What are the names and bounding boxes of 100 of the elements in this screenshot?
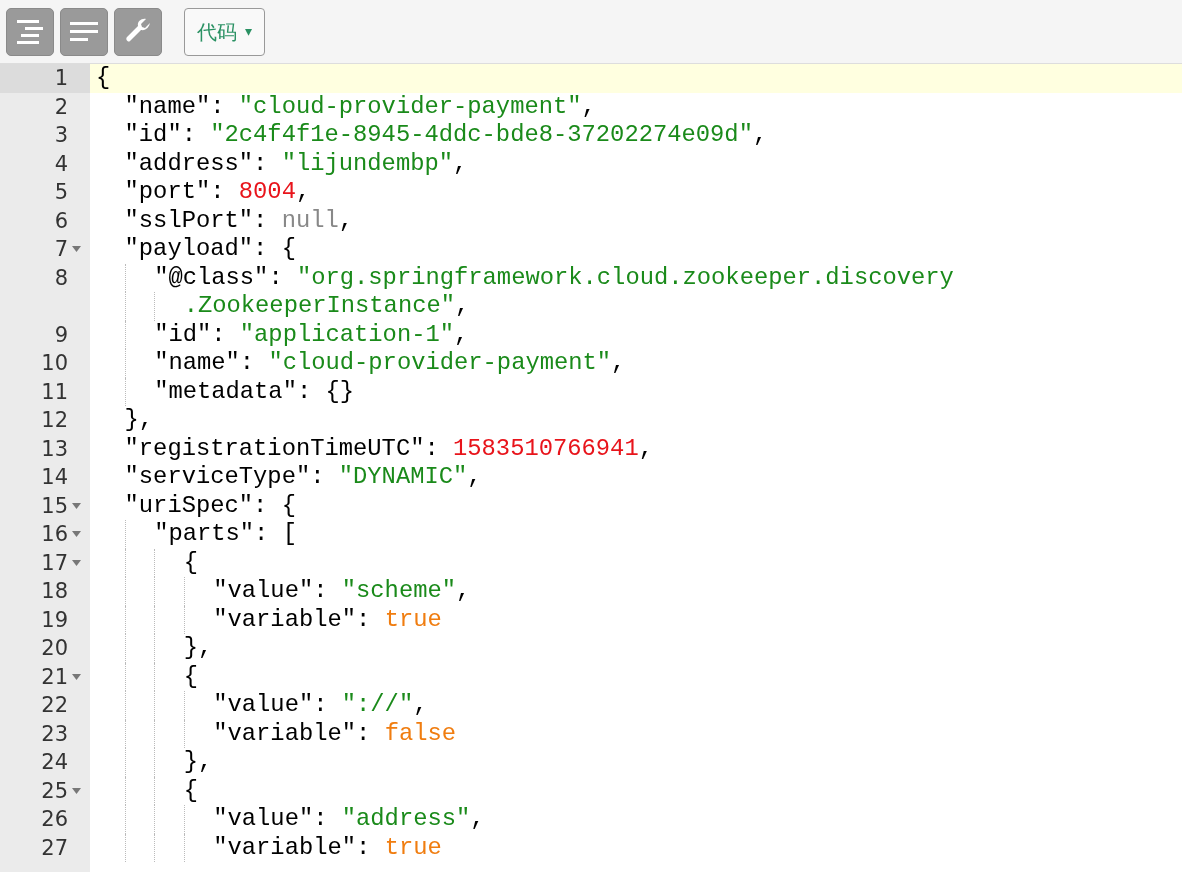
punctuation: ,	[413, 691, 428, 718]
json-key: "@class"	[154, 263, 269, 291]
json-key: "serviceType"	[124, 463, 311, 490]
punctuation: ,	[454, 320, 469, 348]
compact-icon	[69, 20, 99, 43]
line-number: 12	[41, 407, 68, 434]
string-value: "application-1"	[239, 320, 455, 348]
number-value: 8004	[238, 178, 296, 205]
punctuation: ,	[752, 121, 768, 148]
json-key: "variable"	[213, 719, 357, 747]
json-key: "registrationTimeUTC"	[124, 434, 425, 462]
punctuation: ,	[638, 434, 653, 462]
json-key: "value"	[213, 577, 314, 604]
punctuation: :	[356, 833, 372, 861]
fold-arrow-icon[interactable]	[71, 246, 81, 253]
string-value: "address"	[341, 805, 471, 832]
line-number: 22	[41, 692, 68, 719]
string-value: .ZookeeperInstance"	[183, 292, 456, 319]
punctuation: :	[424, 434, 440, 462]
json-key: "variable"	[213, 833, 357, 861]
boolean-value: false	[384, 719, 457, 747]
null-value: null	[281, 206, 339, 234]
boolean-value: true	[384, 833, 442, 861]
json-key: "value"	[213, 805, 314, 832]
line-number: 25	[41, 777, 68, 805]
line-number: 26	[41, 806, 68, 833]
fold-arrow-icon[interactable]	[71, 673, 81, 680]
format-button[interactable]	[6, 7, 54, 56]
punctuation: :	[310, 463, 326, 490]
repair-button[interactable]	[114, 7, 162, 56]
punctuation: :	[356, 605, 372, 633]
json-key: "address"	[124, 149, 254, 177]
string-value: "2c4f4f1e-8945-4ddc-bde8-37202274e09d"	[210, 121, 753, 148]
line-number: 23	[41, 720, 68, 748]
json-key: "payload"	[124, 235, 254, 262]
fold-arrow-icon[interactable]	[71, 502, 81, 509]
json-key: "port"	[124, 178, 211, 205]
line-number: 1	[54, 65, 68, 92]
line-number: 19	[41, 606, 68, 634]
line-number: 21	[41, 663, 68, 691]
punctuation: :	[313, 691, 329, 718]
fold-arrow-icon[interactable]	[71, 559, 81, 566]
line-number: 24	[41, 749, 68, 776]
line-number: 27	[41, 834, 68, 862]
json-key: "name"	[154, 349, 240, 376]
punctuation: ,	[470, 805, 485, 832]
line-number: 13	[41, 435, 68, 463]
line-number: 20	[41, 635, 68, 662]
number-value: 1583510766941	[453, 434, 639, 462]
punctuation: },	[183, 748, 213, 775]
string-value: "lijundembp"	[281, 149, 454, 177]
line-number: 18	[41, 578, 68, 605]
punctuation: ,	[611, 349, 626, 376]
line-number: 5	[54, 179, 68, 206]
compact-button[interactable]	[60, 7, 108, 56]
punctuation: ,	[581, 92, 596, 120]
mode-dropdown[interactable]: 代码 ▾	[184, 7, 266, 56]
json-key: "uriSpec"	[124, 491, 254, 519]
json-key: "parts"	[154, 520, 255, 547]
punctuation: : {}	[296, 377, 355, 405]
punctuation: : {	[253, 235, 296, 262]
fold-arrow-icon[interactable]	[71, 787, 81, 794]
string-value: "cloud-provider-payment"	[238, 92, 582, 120]
string-value: "org.springframework.cloud.zookeeper.discovery	[296, 263, 954, 291]
punctuation: :	[210, 92, 226, 120]
punctuation: :	[356, 719, 372, 747]
line-number: 11	[41, 378, 68, 406]
punctuation: ,	[455, 292, 470, 319]
line-number: 8	[54, 264, 68, 292]
punctuation: :	[181, 121, 197, 148]
line-number: 14	[41, 464, 68, 491]
line-number: 15	[41, 492, 68, 520]
punctuation: ,	[467, 463, 482, 490]
punctuation: :	[313, 577, 329, 604]
line-number: 16	[41, 521, 68, 548]
string-value: "scheme"	[341, 577, 457, 604]
punctuation: ,	[453, 149, 468, 177]
punctuation: :	[239, 349, 256, 376]
punctuation: :	[211, 320, 227, 348]
boolean-value: true	[384, 605, 442, 633]
punctuation: :	[253, 149, 269, 177]
punctuation: {	[96, 64, 111, 91]
punctuation: :	[268, 263, 284, 291]
line-number: 7	[54, 236, 68, 263]
json-key: "id"	[124, 121, 182, 148]
format-icon	[15, 18, 45, 45]
punctuation: {	[183, 548, 198, 576]
line-number: 17	[41, 549, 68, 577]
punctuation: : [	[254, 520, 297, 547]
line-number: 6	[54, 207, 68, 235]
punctuation: {	[183, 662, 198, 690]
json-key: "metadata"	[154, 377, 297, 405]
fold-arrow-icon[interactable]	[71, 531, 81, 538]
punctuation: {	[183, 776, 198, 804]
json-key: "variable"	[213, 605, 357, 633]
punctuation: : {	[253, 491, 296, 519]
punctuation: :	[313, 805, 329, 832]
json-key: "name"	[124, 92, 211, 120]
punctuation: ,	[338, 206, 354, 234]
line-number: 2	[54, 93, 68, 121]
